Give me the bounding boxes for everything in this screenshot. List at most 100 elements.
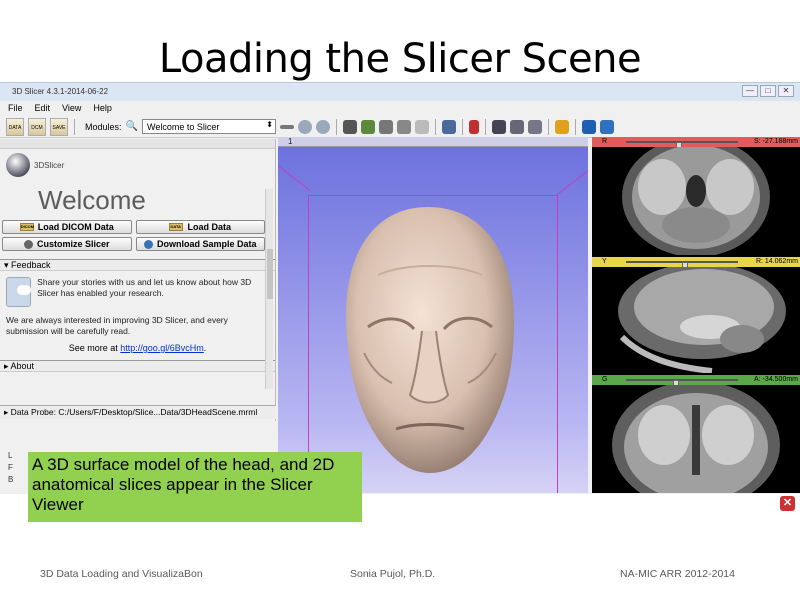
feedback-text-2: We are always interested in improving 3D… <box>6 315 228 336</box>
menu-bar: File Edit View Help <box>0 101 800 115</box>
minimize-button[interactable]: — <box>742 85 758 97</box>
green-slice-bar[interactable]: G A: -34.500mm <box>592 375 800 388</box>
forward-arrow-icon[interactable] <box>315 119 330 134</box>
layout-icon[interactable] <box>441 119 456 134</box>
welcome-heading: Welcome <box>38 185 146 215</box>
download-sample-label: Download Sample Data <box>156 239 257 249</box>
customize-slicer-label: Customize Slicer <box>36 239 110 249</box>
models-icon[interactable] <box>378 119 393 134</box>
menu-edit[interactable]: Edit <box>35 103 51 113</box>
download-sample-data-button[interactable]: Download Sample Data <box>135 237 265 251</box>
yellow-slice-slider[interactable] <box>626 261 738 270</box>
footer-left: 3D Data Loading and VisualizaBon <box>40 568 203 580</box>
cube-icon[interactable] <box>342 119 357 134</box>
sagittal-slice-image[interactable] <box>592 267 800 373</box>
search-icon[interactable]: 🔍 <box>126 121 138 132</box>
window-titlebar: 3D Slicer 4.3.1-2014-06-22 — □ ✕ <box>0 83 800 101</box>
load-data-label: Load Data <box>187 222 231 232</box>
about-section-header[interactable]: ▸ About <box>0 360 275 372</box>
about-header-label: About <box>10 361 35 371</box>
probe-l-label: L <box>8 451 13 460</box>
modules-label: Modules: <box>85 121 122 132</box>
load-data-button[interactable]: DATA <box>6 117 24 136</box>
close-button[interactable]: ✕ <box>778 85 794 97</box>
feedback-section-header[interactable]: ▾ Feedback <box>0 259 275 271</box>
3d-view[interactable] <box>278 137 588 493</box>
crosshair-icon[interactable] <box>554 119 569 134</box>
window-title: 3D Slicer 4.3.1-2014-06-22 <box>12 87 109 96</box>
feedback-link[interactable]: http://goo.gl/6BvcHm <box>120 343 204 353</box>
dicom-icon: DICOM <box>19 223 35 231</box>
feedback-body: Share your stories with us and let us kn… <box>0 271 275 307</box>
data-icon: DATA <box>169 223 184 231</box>
download-icon <box>143 239 153 249</box>
toolbar-separator <box>461 118 463 135</box>
toolbar-separator <box>335 118 337 135</box>
red-slice-value: S: -27.188mm <box>754 138 798 145</box>
menu-help[interactable]: Help <box>93 103 112 113</box>
yellow-slice-letter: Y <box>602 258 607 265</box>
editor-icon[interactable] <box>414 119 429 134</box>
back-arrow-icon[interactable] <box>297 119 312 134</box>
toolbar-separator <box>547 118 549 135</box>
data-probe[interactable]: ▸ Data Probe: C:/Users/F/Desktop/Slice..… <box>0 405 276 419</box>
brain-icon[interactable] <box>360 119 375 134</box>
customize-slicer-button[interactable]: Customize Slicer <box>2 237 132 251</box>
toolbar: DATA DCM SAVE Modules: 🔍 Welcome to Slic… <box>0 116 800 138</box>
module-panel: 3DSlicer Welcome DICOM Load DICOM Data D… <box>0 139 276 421</box>
panel-scrollbar[interactable] <box>265 189 273 389</box>
feedback-text-1: Share your stories with us and let us kn… <box>37 277 252 298</box>
scene-view-add-icon[interactable] <box>527 119 542 134</box>
panel-header <box>0 139 275 149</box>
coronal-slice-image[interactable] <box>592 385 800 493</box>
load-dicom-button[interactable]: DCM <box>28 117 46 136</box>
screenshot-icon[interactable] <box>491 119 506 134</box>
load-dicom-data-button[interactable]: DICOM Load DICOM Data <box>2 220 132 234</box>
bounding-box-left <box>308 195 309 493</box>
load-data-panel-button[interactable]: DATA Load Data <box>135 220 265 234</box>
scrollbar-thumb[interactable] <box>267 249 273 299</box>
green-slice-value: A: -34.500mm <box>754 376 798 383</box>
red-slice-slider[interactable] <box>626 141 738 150</box>
toolbar-separator <box>434 118 436 135</box>
module-selector[interactable]: Welcome to Slicer ⬍ <box>141 119 276 134</box>
red-slice-bar[interactable]: R S: -27.188mm <box>592 137 800 150</box>
slide: Loading the Slicer Scene 3D Slicer 4.3.1… <box>0 0 800 600</box>
green-slice-slider[interactable] <box>626 379 738 388</box>
module-list-icon[interactable] <box>279 124 294 129</box>
slice-views: R S: -27.188mm Y R: 14.062mm G A: -34.50… <box>592 137 800 493</box>
toolbar-separator <box>484 118 486 135</box>
menu-file[interactable]: File <box>8 103 23 113</box>
button-row-2: Customize Slicer Download Sample Data <box>0 237 275 251</box>
yellow-slice-bar[interactable]: Y R: 14.062mm <box>592 257 800 270</box>
menu-view[interactable]: View <box>62 103 81 113</box>
close-icon[interactable]: ✕ <box>780 496 795 511</box>
transforms-icon[interactable] <box>396 119 411 134</box>
feedback-header-label: Feedback <box>11 260 51 270</box>
see-more-label: See more at <box>68 343 121 353</box>
logo-row: 3DSlicer <box>0 149 275 181</box>
red-slice-letter: R <box>602 138 608 145</box>
load-dicom-data-label: Load DICOM Data <box>37 222 114 232</box>
save-button[interactable]: SAVE <box>50 117 68 136</box>
button-row-1: DICOM Load DICOM Data DATA Load Data <box>0 220 275 234</box>
axial-slice-image[interactable] <box>592 147 800 255</box>
see-more-suffix: . <box>203 343 207 353</box>
module-selector-value: Welcome to Slicer <box>146 121 220 132</box>
toolbar-separator <box>74 118 75 135</box>
see-more: See more at http://goo.gl/6BvcHm. <box>0 343 275 353</box>
data-probe-label: Data Probe: C:/Users/F/Desktop/Slice...D… <box>10 407 258 417</box>
crosshair-mouse-icon[interactable] <box>468 119 479 134</box>
scene-view-icon[interactable] <box>509 119 524 134</box>
probe-f-label: F <box>8 463 13 472</box>
python-icon[interactable] <box>599 119 614 134</box>
window-controls: — □ ✕ <box>742 85 794 97</box>
maximize-button[interactable]: □ <box>760 85 776 97</box>
probe-b-label: B <box>8 475 14 484</box>
slide-title: Loading the Slicer Scene <box>158 36 642 82</box>
caption-box: A 3D surface model of the head, and 2D a… <box>28 452 362 522</box>
extensions-icon[interactable] <box>581 119 596 134</box>
slicer-logo-icon <box>6 153 30 177</box>
3d-view-bar[interactable]: 1 <box>278 137 588 147</box>
yellow-slice-value: R: 14.062mm <box>755 258 798 265</box>
